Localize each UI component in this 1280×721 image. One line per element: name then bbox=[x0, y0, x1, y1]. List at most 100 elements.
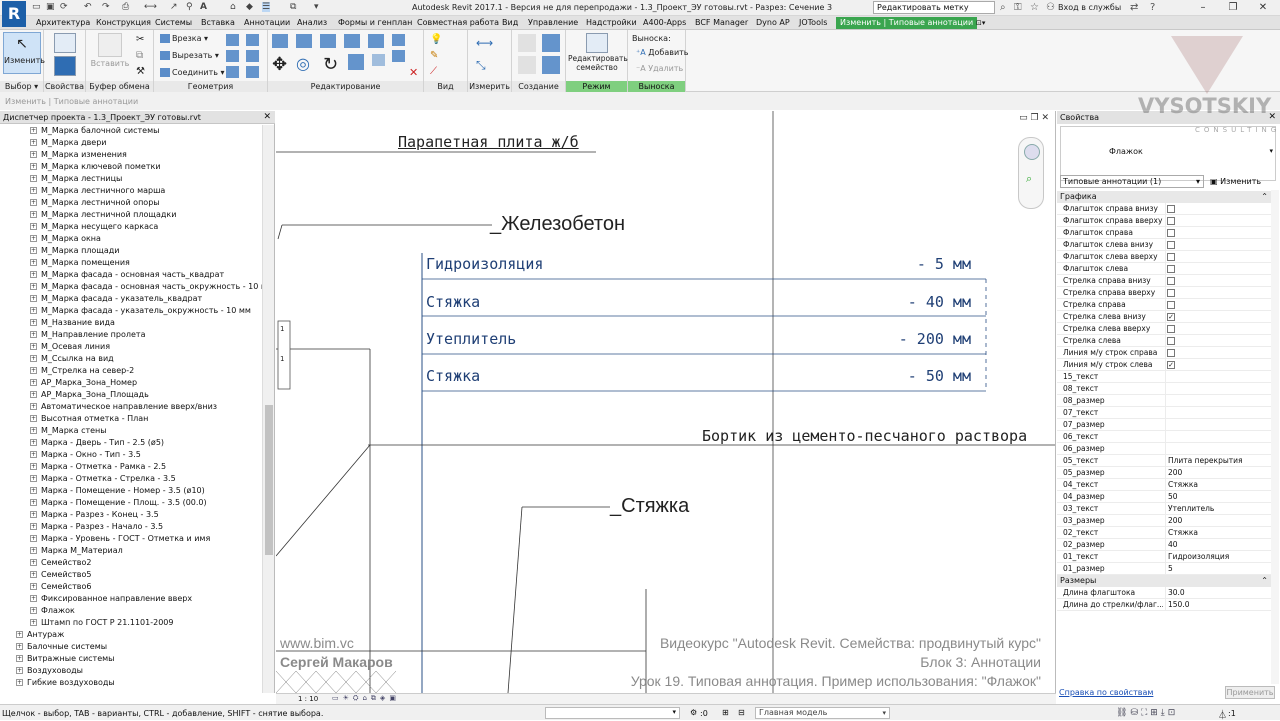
help-search-input[interactable]: Редактировать метку bbox=[873, 1, 995, 14]
undo-icon[interactable]: ↶ bbox=[84, 2, 92, 12]
properties-scrollbar[interactable] bbox=[1271, 190, 1279, 684]
create-group-icon[interactable] bbox=[518, 56, 536, 74]
property-value[interactable]: 40 bbox=[1165, 539, 1273, 551]
expand-icon[interactable]: + bbox=[30, 235, 37, 242]
tree-node[interactable]: + Автоматическое направление вверх/вниз bbox=[30, 401, 217, 413]
copy-element-icon[interactable]: ◎ bbox=[296, 54, 310, 73]
expand-icon[interactable]: + bbox=[30, 307, 37, 314]
join-button[interactable]: Соединить ▾ bbox=[160, 68, 225, 77]
view-control-icons[interactable]: ▭☀⛭⌂⧉◈▣ bbox=[332, 694, 400, 703]
tree-node[interactable]: + M_Стрелка на север-2 bbox=[30, 365, 134, 377]
property-checkbox[interactable] bbox=[1167, 205, 1175, 213]
tree-node[interactable]: + АР_Марка_Зона_Номер bbox=[30, 377, 137, 389]
expand-icon[interactable]: + bbox=[16, 643, 23, 650]
property-checkbox[interactable] bbox=[1167, 217, 1175, 225]
search-icon[interactable]: ⌕ bbox=[1000, 2, 1006, 13]
expand-icon[interactable]: + bbox=[30, 547, 37, 554]
edit-type-button[interactable]: ▣ Изменить тип bbox=[1210, 175, 1276, 199]
minimize-button[interactable]: – bbox=[1188, 1, 1218, 15]
tree-node[interactable]: + Фиксированное направление вверх bbox=[30, 593, 192, 605]
user-icon[interactable]: ⚇ bbox=[1046, 2, 1055, 13]
expand-icon[interactable]: + bbox=[30, 475, 37, 482]
expand-icon[interactable]: + bbox=[30, 523, 37, 530]
properties-help-link[interactable]: Справка по свойствам bbox=[1059, 688, 1153, 697]
tree-node[interactable]: + Воздуховоды bbox=[16, 665, 83, 677]
expand-icon[interactable]: + bbox=[30, 187, 37, 194]
expand-icon[interactable]: + bbox=[16, 655, 23, 662]
create-parts-icon[interactable] bbox=[542, 34, 560, 52]
tree-node[interactable]: + M_Ссылка на вид bbox=[30, 353, 114, 365]
property-section-header[interactable]: Графика ⌃ bbox=[1057, 191, 1274, 203]
pin-icon[interactable] bbox=[372, 54, 385, 66]
switch-windows-icon[interactable]: ⧉ bbox=[290, 2, 296, 12]
tree-node[interactable]: + M_Марка фасада - основная часть_квадрат bbox=[30, 269, 224, 281]
steering-wheel-icon[interactable] bbox=[1024, 144, 1040, 160]
redo-icon[interactable]: ↷ bbox=[102, 2, 110, 12]
expand-icon[interactable]: + bbox=[30, 355, 37, 362]
expand-icon[interactable]: + bbox=[16, 667, 23, 674]
property-checkbox[interactable] bbox=[1167, 337, 1175, 345]
expand-icon[interactable]: + bbox=[30, 583, 37, 590]
property-checkbox[interactable] bbox=[1167, 253, 1175, 261]
tree-node[interactable]: + Марка - Уровень - ГОСТ - Отметка и имя bbox=[30, 533, 210, 545]
rotate-icon[interactable]: ↻ bbox=[323, 54, 338, 75]
tree-node[interactable]: + Семейство2 bbox=[30, 557, 91, 569]
property-value[interactable] bbox=[1165, 431, 1273, 443]
expand-icon[interactable]: + bbox=[30, 319, 37, 326]
tree-node[interactable]: + Семейство5 bbox=[30, 569, 91, 581]
tab-jotools[interactable]: JOTools bbox=[799, 17, 827, 29]
tree-node[interactable]: + M_Марка несущего каркаса bbox=[30, 221, 158, 233]
property-value[interactable]: 200 bbox=[1165, 515, 1273, 527]
linework-icon[interactable]: ⟋ bbox=[430, 66, 437, 77]
exchange-icon[interactable]: ⇄ bbox=[1130, 2, 1138, 13]
revit-app-icon[interactable]: R bbox=[2, 1, 26, 27]
property-checkbox[interactable] bbox=[1167, 265, 1175, 273]
expand-icon[interactable]: + bbox=[30, 511, 37, 518]
expand-icon[interactable]: + bbox=[30, 607, 37, 614]
tree-node[interactable]: + Гибкие воздуховоды bbox=[16, 677, 115, 689]
tree-scrollbar[interactable] bbox=[262, 125, 274, 693]
zoom-region-icon[interactable]: ⌕ bbox=[1026, 172, 1032, 186]
add-leader-button[interactable]: ⁺A Добавить bbox=[636, 48, 689, 57]
expand-icon[interactable]: + bbox=[30, 175, 37, 182]
create-similar-icon[interactable] bbox=[542, 56, 560, 74]
tree-node[interactable]: + M_Название вида bbox=[30, 317, 115, 329]
paste-button[interactable]: Вставить bbox=[90, 33, 130, 68]
tag-icon[interactable]: ⚲ bbox=[186, 2, 193, 12]
expand-icon[interactable]: + bbox=[30, 283, 37, 290]
tab-massing-site[interactable]: Формы и генплан bbox=[338, 17, 412, 29]
expand-icon[interactable]: + bbox=[30, 163, 37, 170]
help-icon[interactable]: ? bbox=[1150, 2, 1155, 13]
property-value[interactable]: Гидроизоляция bbox=[1165, 551, 1273, 563]
expand-icon[interactable]: + bbox=[30, 367, 37, 374]
expand-icon[interactable]: + bbox=[30, 451, 37, 458]
maximize-button[interactable]: ❐ bbox=[1218, 1, 1248, 15]
tab-systems[interactable]: Системы bbox=[155, 17, 192, 29]
subscription-icon[interactable]: ⚿ bbox=[1014, 2, 1022, 13]
properties-button[interactable] bbox=[51, 33, 79, 53]
expand-icon[interactable]: + bbox=[30, 403, 37, 410]
tree-node[interactable]: + M_Марка стены bbox=[30, 425, 107, 437]
mirror-draw-icon[interactable] bbox=[344, 34, 360, 48]
property-value[interactable]: Утеплитель bbox=[1165, 503, 1273, 515]
apply-button[interactable]: Применить bbox=[1225, 686, 1275, 699]
tree-node[interactable]: + Штамп по ГОСТ Р 21.1101-2009 bbox=[30, 617, 173, 629]
edit-family-button[interactable]: Редактировать семейство bbox=[568, 33, 628, 72]
expand-icon[interactable]: + bbox=[30, 391, 37, 398]
close-icon[interactable]: ✕ bbox=[263, 111, 271, 124]
thin-lines-icon[interactable]: ☰ bbox=[262, 2, 271, 12]
tab-annotate[interactable]: Аннотации bbox=[244, 17, 290, 29]
expand-icon[interactable]: + bbox=[30, 199, 37, 206]
cut-icon[interactable]: ✂ bbox=[136, 34, 144, 45]
paint-icon[interactable] bbox=[226, 50, 239, 62]
dimension-icon[interactable]: ↗ bbox=[170, 2, 178, 12]
expand-icon[interactable]: + bbox=[30, 487, 37, 494]
expand-icon[interactable]: + bbox=[16, 631, 23, 638]
close-icon[interactable]: ✕ bbox=[1268, 111, 1276, 124]
property-checkbox[interactable] bbox=[1167, 289, 1175, 297]
type-selector[interactable]: Флажок ▾ bbox=[1060, 126, 1276, 181]
design-option-select[interactable]: Главная модель ▾ bbox=[755, 707, 890, 719]
tree-node[interactable]: + Марка - Разрез - Конец - 3.5 bbox=[30, 509, 159, 521]
print-icon[interactable]: ⎙ bbox=[122, 2, 129, 12]
expand-icon[interactable]: + bbox=[30, 223, 37, 230]
